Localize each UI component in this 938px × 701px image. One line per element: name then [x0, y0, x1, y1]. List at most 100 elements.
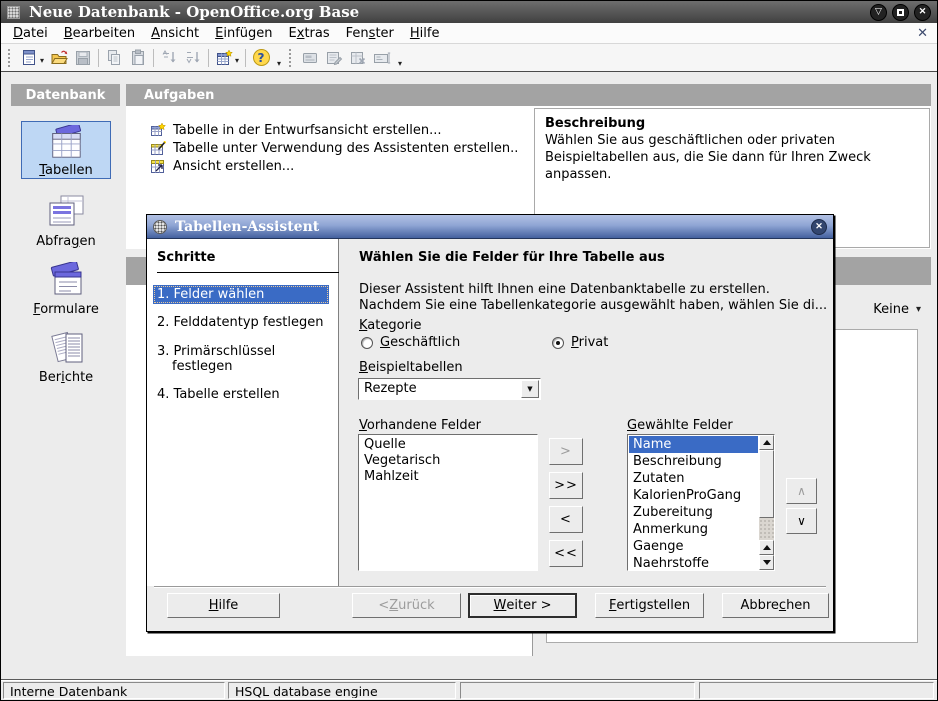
delete-object-button	[346, 46, 370, 70]
radio-privat-label: Privat	[571, 335, 608, 350]
shade-button[interactable]: ▽	[870, 4, 887, 21]
intro-text-line2: Nachdem Sie eine Tabellenkategorie ausge…	[359, 298, 827, 314]
list-item[interactable]: Zubereitung	[629, 504, 758, 521]
maximize-icon	[897, 9, 904, 16]
scroll-up-button[interactable]	[759, 435, 774, 450]
wizard-step-3[interactable]: 3. Primärschlüssel festlegen	[153, 342, 329, 376]
database-panel-header: Datenbank	[11, 84, 120, 106]
sidebar-item-formulare[interactable]: Formulare	[21, 259, 111, 317]
forms-icon	[43, 262, 89, 300]
table-wizard-dialog: Tabellen-Assistent ✕ Schritte 1. Felder …	[146, 214, 834, 632]
combobox-value: Rezepte	[364, 381, 417, 396]
menu-datei[interactable]: Datei	[5, 24, 56, 43]
radio-geschaeftlich-row: Geschäftlich	[361, 335, 460, 350]
dropdown-arrow-icon[interactable]: ▾	[235, 56, 239, 65]
help-button[interactable]: Hilfe	[167, 593, 280, 618]
back-button: < Zurück	[352, 593, 461, 618]
menu-ansicht[interactable]: Ansicht	[143, 24, 207, 43]
edit-icon	[325, 49, 343, 67]
list-item[interactable]: Zutaten	[629, 470, 758, 487]
combobox-dropdown-button[interactable]: ▼	[521, 380, 539, 398]
form-button	[298, 46, 322, 70]
sidebar-item-berichte[interactable]: Berichte	[21, 327, 111, 385]
new-document-icon	[20, 49, 38, 67]
wizard-step-1[interactable]: 1. Felder wählen	[153, 285, 329, 304]
new-table-design-button[interactable]	[212, 46, 236, 70]
edit-object-button	[322, 46, 346, 70]
available-fields-listbox[interactable]: Quelle Vegetarisch Mahlzeit	[358, 434, 538, 571]
add-field-button: >	[549, 438, 583, 465]
move-field-up-button: ∧	[786, 478, 817, 504]
add-all-fields-button[interactable]: >>	[549, 472, 583, 499]
dropdown-arrow-icon[interactable]: ▾	[40, 56, 44, 65]
scrollbar[interactable]	[759, 435, 774, 570]
list-item[interactable]: Gaenge	[629, 538, 758, 555]
application-window: Neue Datenbank - OpenOffice.org Base ▽ ✕…	[0, 0, 938, 701]
open-document-button[interactable]	[47, 46, 71, 70]
dialog-separator	[154, 586, 826, 588]
sidebar-item-tabellen[interactable]: Tabellen	[21, 121, 111, 179]
list-item[interactable]: Naehrstoffe	[629, 555, 758, 569]
description-text: Wählen Sie aus geschäftlichen oder priva…	[545, 132, 919, 183]
toolbar-separator	[245, 49, 246, 67]
list-item[interactable]: Anmerkung	[629, 521, 758, 538]
radio-geschaeftlich[interactable]	[361, 337, 373, 349]
statusbar-cell-empty	[699, 682, 934, 699]
menu-extras[interactable]: Extras	[281, 24, 338, 43]
sample-tables-combobox[interactable]: Rezepte ▼	[358, 378, 541, 400]
menu-einfuegen[interactable]: Einfügen	[207, 24, 280, 43]
list-item[interactable]: Mahlzeit	[359, 469, 537, 485]
scroll-down-button[interactable]	[759, 555, 774, 570]
radio-privat[interactable]	[552, 337, 564, 349]
save-icon	[74, 49, 92, 67]
toolbar-grip-handle[interactable]	[289, 49, 294, 67]
menu-fenster[interactable]: Fenster	[338, 24, 402, 43]
dialog-close-button[interactable]: ✕	[811, 219, 827, 235]
toolbar-grip-handle[interactable]	[8, 49, 13, 67]
new-document-button[interactable]	[17, 46, 41, 70]
finish-button[interactable]: Fertigstellen	[595, 593, 704, 618]
page-heading: Wählen Sie die Felder für Ihre Tabelle a…	[359, 250, 665, 265]
window-titlebar[interactable]: Neue Datenbank - OpenOffice.org Base ▽ ✕	[1, 1, 937, 23]
tables-icon	[43, 125, 89, 161]
sidebar-item-abfragen[interactable]: Abfragen	[21, 191, 111, 249]
menu-hilfe[interactable]: Hilfe	[402, 24, 448, 43]
create-view-icon	[151, 159, 166, 174]
cancel-button[interactable]: Abbrechen	[722, 593, 829, 618]
toolbar-separator	[98, 49, 99, 67]
form-icon	[301, 49, 319, 67]
open-folder-icon	[50, 49, 68, 67]
move-field-down-button[interactable]: ∨	[786, 508, 817, 534]
list-item[interactable]: Quelle	[359, 437, 537, 453]
menubar: Datei Bearbeiten Ansicht Einfügen Extras…	[1, 23, 937, 44]
preview-dropdown[interactable]: Keine ▾	[846, 299, 921, 319]
selected-fields-listbox[interactable]: Name Beschreibung Zutaten KalorienProGan…	[627, 434, 775, 571]
dialog-title: Tabellen-Assistent	[175, 219, 319, 235]
list-item-selected[interactable]: Name	[629, 436, 758, 453]
wizard-step-2[interactable]: 2. Felddatentyp festlegen	[153, 313, 329, 332]
help-button[interactable]: ?	[249, 46, 273, 70]
category-label: Kategorie	[359, 318, 422, 333]
list-item[interactable]: KalorienProGang	[629, 487, 758, 504]
intro-text-line1: Dieser Assistent hilft Ihnen eine Datenb…	[359, 282, 770, 298]
menu-bearbeiten[interactable]: Bearbeiten	[56, 24, 143, 43]
scroll-up-button-2[interactable]	[759, 540, 774, 555]
list-item[interactable]: Beschreibung	[629, 453, 758, 470]
scrollbar-thumb[interactable]	[759, 450, 774, 518]
close-button[interactable]: ✕	[914, 4, 931, 21]
document-close-icon[interactable]: ✕	[917, 26, 928, 41]
wizard-step-4[interactable]: 4. Tabelle erstellen	[153, 385, 329, 404]
toolbar-overflow-icon[interactable]: ▾	[398, 59, 402, 68]
radio-geschaeftlich-label: Geschäftlich	[380, 335, 460, 350]
rename-icon	[373, 49, 391, 67]
list-item[interactable]: Vegetarisch	[359, 453, 537, 469]
maximize-button[interactable]	[892, 4, 909, 21]
toolbar-overflow-icon[interactable]: ▾	[277, 59, 281, 68]
sort-ascending-icon	[160, 49, 178, 67]
dialog-titlebar[interactable]: Tabellen-Assistent ✕	[147, 215, 833, 239]
next-button[interactable]: Weiter >	[468, 593, 577, 618]
available-fields-label: Vorhandene Felder	[359, 418, 481, 433]
remove-all-fields-button[interactable]: <<	[549, 540, 583, 567]
queries-icon	[43, 194, 89, 232]
remove-field-button[interactable]: <	[549, 506, 583, 533]
